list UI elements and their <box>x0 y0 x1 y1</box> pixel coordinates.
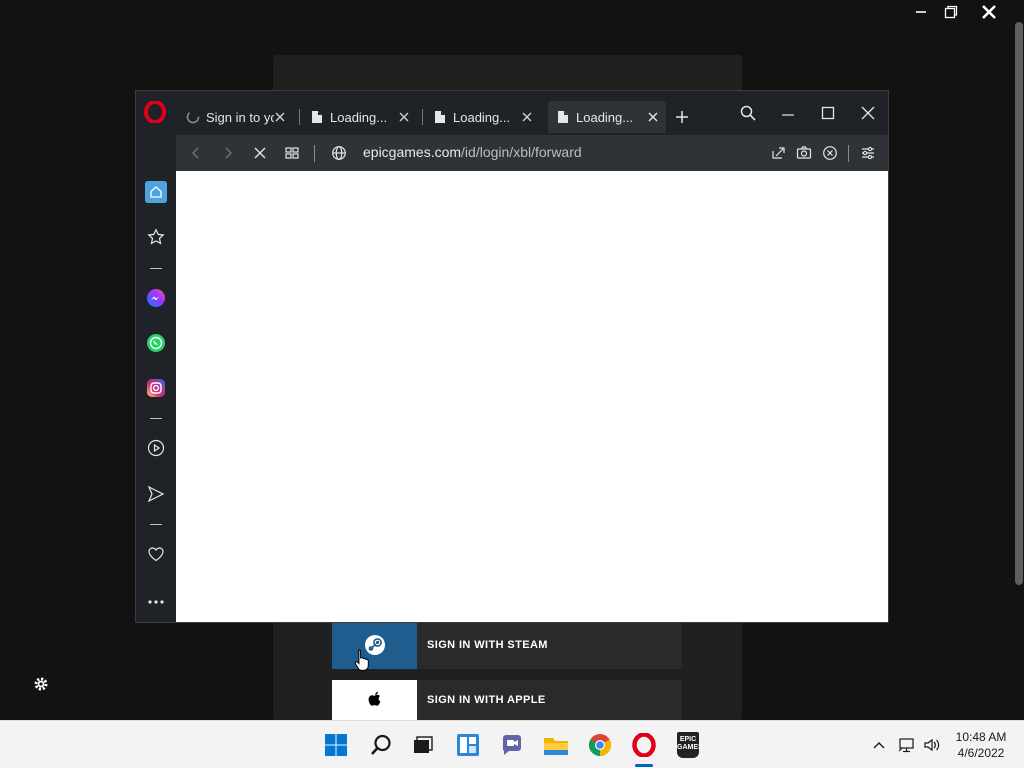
close-tab-icon[interactable] <box>273 110 287 124</box>
divider <box>150 418 162 419</box>
sign-in-with-steam-button[interactable]: SIGN IN WITH STEAM <box>332 621 682 669</box>
sidebar <box>136 171 176 622</box>
messenger-icon[interactable] <box>145 287 167 309</box>
player-icon[interactable] <box>145 437 167 459</box>
camera-icon[interactable] <box>796 145 812 161</box>
heart-icon[interactable] <box>145 543 167 565</box>
sign-in-with-apple-button[interactable]: SIGN IN WITH APPLE <box>332 680 682 720</box>
loading-spinner-icon <box>186 110 200 124</box>
tab-snapshot-icon[interactable] <box>284 145 300 161</box>
maximize-icon[interactable] <box>818 103 838 123</box>
gear-icon[interactable] <box>30 673 52 695</box>
tab-title: Loading... <box>453 109 511 125</box>
opera-browser-window: Sign in to yo Loading... Loading... Load… <box>135 90 889 623</box>
send-icon[interactable] <box>145 483 167 505</box>
clock-date: 4/6/2022 <box>957 746 1005 760</box>
start-icon[interactable] <box>321 730 351 760</box>
tab-loading-2[interactable]: Loading... <box>425 101 540 133</box>
star-icon[interactable] <box>145 226 167 248</box>
tab-loading-active[interactable]: Loading... <box>548 101 666 133</box>
steam-icon <box>332 621 417 669</box>
divider <box>150 268 162 269</box>
show-hidden-icons-icon[interactable] <box>864 730 894 760</box>
volume-icon[interactable] <box>917 730 947 760</box>
apple-icon <box>332 680 417 720</box>
instagram-icon[interactable] <box>145 377 167 399</box>
more-icon[interactable] <box>145 591 167 613</box>
epic-games-logo-text: EPIC GAMES <box>677 732 703 758</box>
opera-icon[interactable] <box>629 730 659 760</box>
tab-title: Loading... <box>330 109 388 125</box>
close-tab-icon[interactable] <box>520 110 534 124</box>
page-icon <box>556 110 570 124</box>
home-icon[interactable] <box>145 181 167 203</box>
background-window-controls <box>894 0 1024 24</box>
tab-title: Sign in to yo <box>206 109 274 125</box>
close-icon[interactable] <box>974 0 1004 24</box>
clock-time: 10:48 AM <box>955 730 1007 744</box>
search-tabs-icon[interactable] <box>738 103 758 123</box>
tab-title: Loading... <box>576 109 634 125</box>
widgets-icon[interactable] <box>453 730 483 760</box>
active-app-indicator <box>635 764 653 767</box>
close-icon[interactable] <box>858 103 878 123</box>
tab-separator <box>299 109 300 125</box>
page-icon <box>310 110 324 124</box>
hand-cursor-icon <box>354 648 372 677</box>
forward-icon[interactable] <box>220 145 236 161</box>
stop-loading-icon[interactable] <box>252 145 268 161</box>
taskbar: EPIC GAMES 10:48 AM 4/6/2022 <box>0 720 1024 768</box>
page-icon <box>433 110 447 124</box>
url-field[interactable]: epicgames.com/id/login/xbl/forward <box>363 144 582 160</box>
minimize-icon[interactable] <box>778 103 798 123</box>
close-tab-icon[interactable] <box>397 110 411 124</box>
file-explorer-icon[interactable] <box>541 730 571 760</box>
scrollbar[interactable] <box>1015 22 1023 585</box>
page-content[interactable] <box>176 171 888 622</box>
separator <box>848 145 849 162</box>
task-view-icon[interactable] <box>408 730 438 760</box>
opera-logo-icon[interactable] <box>144 100 166 124</box>
separator <box>314 145 315 162</box>
tab-sign-in[interactable]: Sign in to yo <box>178 101 293 133</box>
system-clock[interactable]: 10:48 AM 4/6/2022 <box>950 729 1012 761</box>
tab-bar: Sign in to yo Loading... Loading... Load… <box>136 91 888 135</box>
address-bar: epicgames.com/id/login/xbl/forward <box>176 135 888 171</box>
new-tab-icon[interactable] <box>674 109 690 125</box>
search-icon[interactable] <box>366 730 396 760</box>
close-tab-icon[interactable] <box>646 110 660 124</box>
minimize-icon[interactable] <box>906 0 936 24</box>
epic-games-icon[interactable]: EPIC GAMES <box>673 730 703 760</box>
sign-in-steam-label: SIGN IN WITH STEAM <box>427 639 548 651</box>
ad-blocker-icon[interactable] <box>822 145 838 161</box>
tab-separator <box>422 109 423 125</box>
sign-in-apple-label: SIGN IN WITH APPLE <box>427 694 546 706</box>
teams-chat-icon[interactable] <box>497 730 527 760</box>
whatsapp-icon[interactable] <box>145 332 167 354</box>
divider <box>150 524 162 525</box>
easy-setup-icon[interactable] <box>860 145 876 161</box>
share-icon[interactable] <box>770 145 786 161</box>
url-path: /id/login/xbl/forward <box>461 144 582 160</box>
restore-icon[interactable] <box>936 0 966 24</box>
back-icon[interactable] <box>188 145 204 161</box>
url-domain: epicgames.com <box>363 144 462 160</box>
globe-icon[interactable] <box>331 145 347 161</box>
chrome-icon[interactable] <box>585 730 615 760</box>
tab-loading-1[interactable]: Loading... <box>302 101 417 133</box>
